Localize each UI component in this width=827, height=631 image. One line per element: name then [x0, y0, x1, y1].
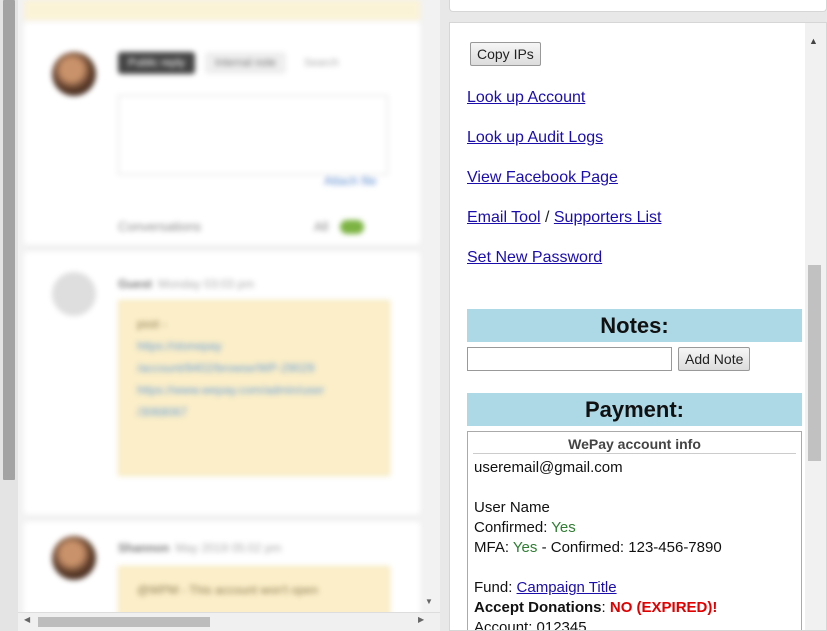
- reply-textarea[interactable]: [118, 95, 388, 175]
- guest-message-link[interactable]: /account/8402/browse/WP-29029: [137, 357, 371, 379]
- previous-message-bubble: [24, 0, 420, 20]
- agent-name: Shannon: [118, 541, 170, 555]
- scroll-left-arrow-icon[interactable]: ◀: [24, 615, 30, 624]
- horizontal-scrollbar-thumb[interactable]: [38, 617, 210, 627]
- account-user-name: User Name: [474, 499, 550, 516]
- accept-donations-separator: :: [601, 599, 606, 616]
- tab-public-reply[interactable]: Public reply: [118, 52, 195, 74]
- guest-name: Guest: [118, 277, 153, 291]
- confirmed-value: Yes: [551, 519, 576, 536]
- mfa-label: MFA:: [474, 539, 510, 556]
- right-scrollbar-thumb[interactable]: [808, 265, 821, 461]
- email-supporters-row: Email Tool / Supporters List: [467, 209, 661, 227]
- agent-avatar: [52, 536, 96, 580]
- account-tools-content: Copy IPs Look up Account Look up Audit L…: [450, 23, 805, 631]
- guest-message-time: Monday 03:03 pm: [158, 277, 255, 291]
- guest-message-line: psst -: [137, 317, 167, 331]
- all-filter[interactable]: All: [314, 219, 328, 234]
- copy-ips-button[interactable]: Copy IPs: [470, 42, 541, 66]
- guest-avatar-icon: [52, 272, 96, 316]
- guest-message-header: Guest Monday 03:03 pm: [118, 277, 254, 291]
- view-facebook-page-link[interactable]: View Facebook Page: [467, 169, 618, 187]
- email-tool-link[interactable]: Email Tool: [467, 209, 541, 226]
- account-tools-panel: Copy IPs Look up Account Look up Audit L…: [449, 22, 827, 631]
- fund-label: Fund:: [474, 579, 513, 596]
- guest-message-bubble: psst - https://stonepay /account/8402/br…: [118, 300, 390, 476]
- agent-message-time: May 2019 05:02 pm: [175, 541, 282, 555]
- look-up-account-link[interactable]: Look up Account: [467, 89, 585, 107]
- accept-donations-row: Accept Donations: NO (EXPIRED)!: [474, 599, 717, 616]
- account-email: useremail@gmail.com: [474, 459, 623, 476]
- add-note-button[interactable]: Add Note: [678, 347, 751, 371]
- confirmed-label: Confirmed:: [474, 519, 548, 536]
- scroll-right-arrow-icon[interactable]: ▶: [418, 615, 424, 624]
- right-scrollbar[interactable]: ▲: [805, 23, 826, 630]
- guest-message-link[interactable]: /3068067: [137, 401, 371, 423]
- tab-search[interactable]: Search: [296, 52, 347, 74]
- accept-donations-status: NO (EXPIRED)!: [609, 599, 718, 616]
- guest-message-link[interactable]: https://www.wepay.com/admin/user: [137, 379, 371, 401]
- link-separator: /: [544, 209, 550, 226]
- wepay-account-info-box: WePay account info useremail@gmail.com U…: [467, 431, 802, 631]
- fund-row: Fund: Campaign Title: [474, 579, 617, 596]
- set-new-password-link[interactable]: Set New Password: [467, 249, 602, 267]
- look-up-audit-logs-link[interactable]: Look up Audit Logs: [467, 129, 603, 147]
- account-number: Account: 012345: [474, 619, 587, 631]
- attach-file-link[interactable]: Attach file: [324, 174, 377, 188]
- mfa-row: MFA: Yes - Confirmed: 123-456-7890: [474, 539, 722, 556]
- mfa-value: Yes: [512, 539, 538, 556]
- scroll-up-arrow-icon[interactable]: ▲: [809, 36, 818, 46]
- previous-panel-edge: [449, 0, 827, 12]
- confirmed-row: Confirmed: Yes: [474, 519, 576, 536]
- notes-input[interactable]: [467, 347, 672, 371]
- mfa-confirmed-phone: - Confirmed: 123-456-7890: [541, 539, 722, 556]
- guest-message-link[interactable]: https://stonepay: [137, 335, 371, 357]
- helpdesk-conversation-pane: Public reply Internal note Search Attach…: [0, 0, 440, 631]
- supporters-list-link[interactable]: Supporters List: [554, 209, 662, 226]
- tab-internal-note[interactable]: Internal note: [204, 52, 287, 74]
- accept-donations-label: Accept Donations: [474, 599, 602, 616]
- payment-header: Payment:: [467, 393, 802, 426]
- agent-message-header: Shannon May 2019 05:02 pm: [118, 541, 281, 555]
- conversation-count-badge: [340, 220, 364, 234]
- horizontal-scrollbar[interactable]: ◀ ▶: [18, 612, 440, 631]
- conversations-filter[interactable]: Conversations: [118, 219, 201, 234]
- reply-tabs: Public reply Internal note Search: [118, 52, 347, 74]
- notes-header: Notes:: [467, 309, 802, 342]
- wepay-account-info-title: WePay account info: [473, 432, 796, 454]
- scroll-down-arrow-icon[interactable]: ▼: [425, 597, 433, 606]
- agent-message-line: @WPM - This account won't open: [137, 583, 318, 597]
- campaign-title-link[interactable]: Campaign Title: [517, 579, 617, 596]
- agent-avatar: [52, 52, 96, 96]
